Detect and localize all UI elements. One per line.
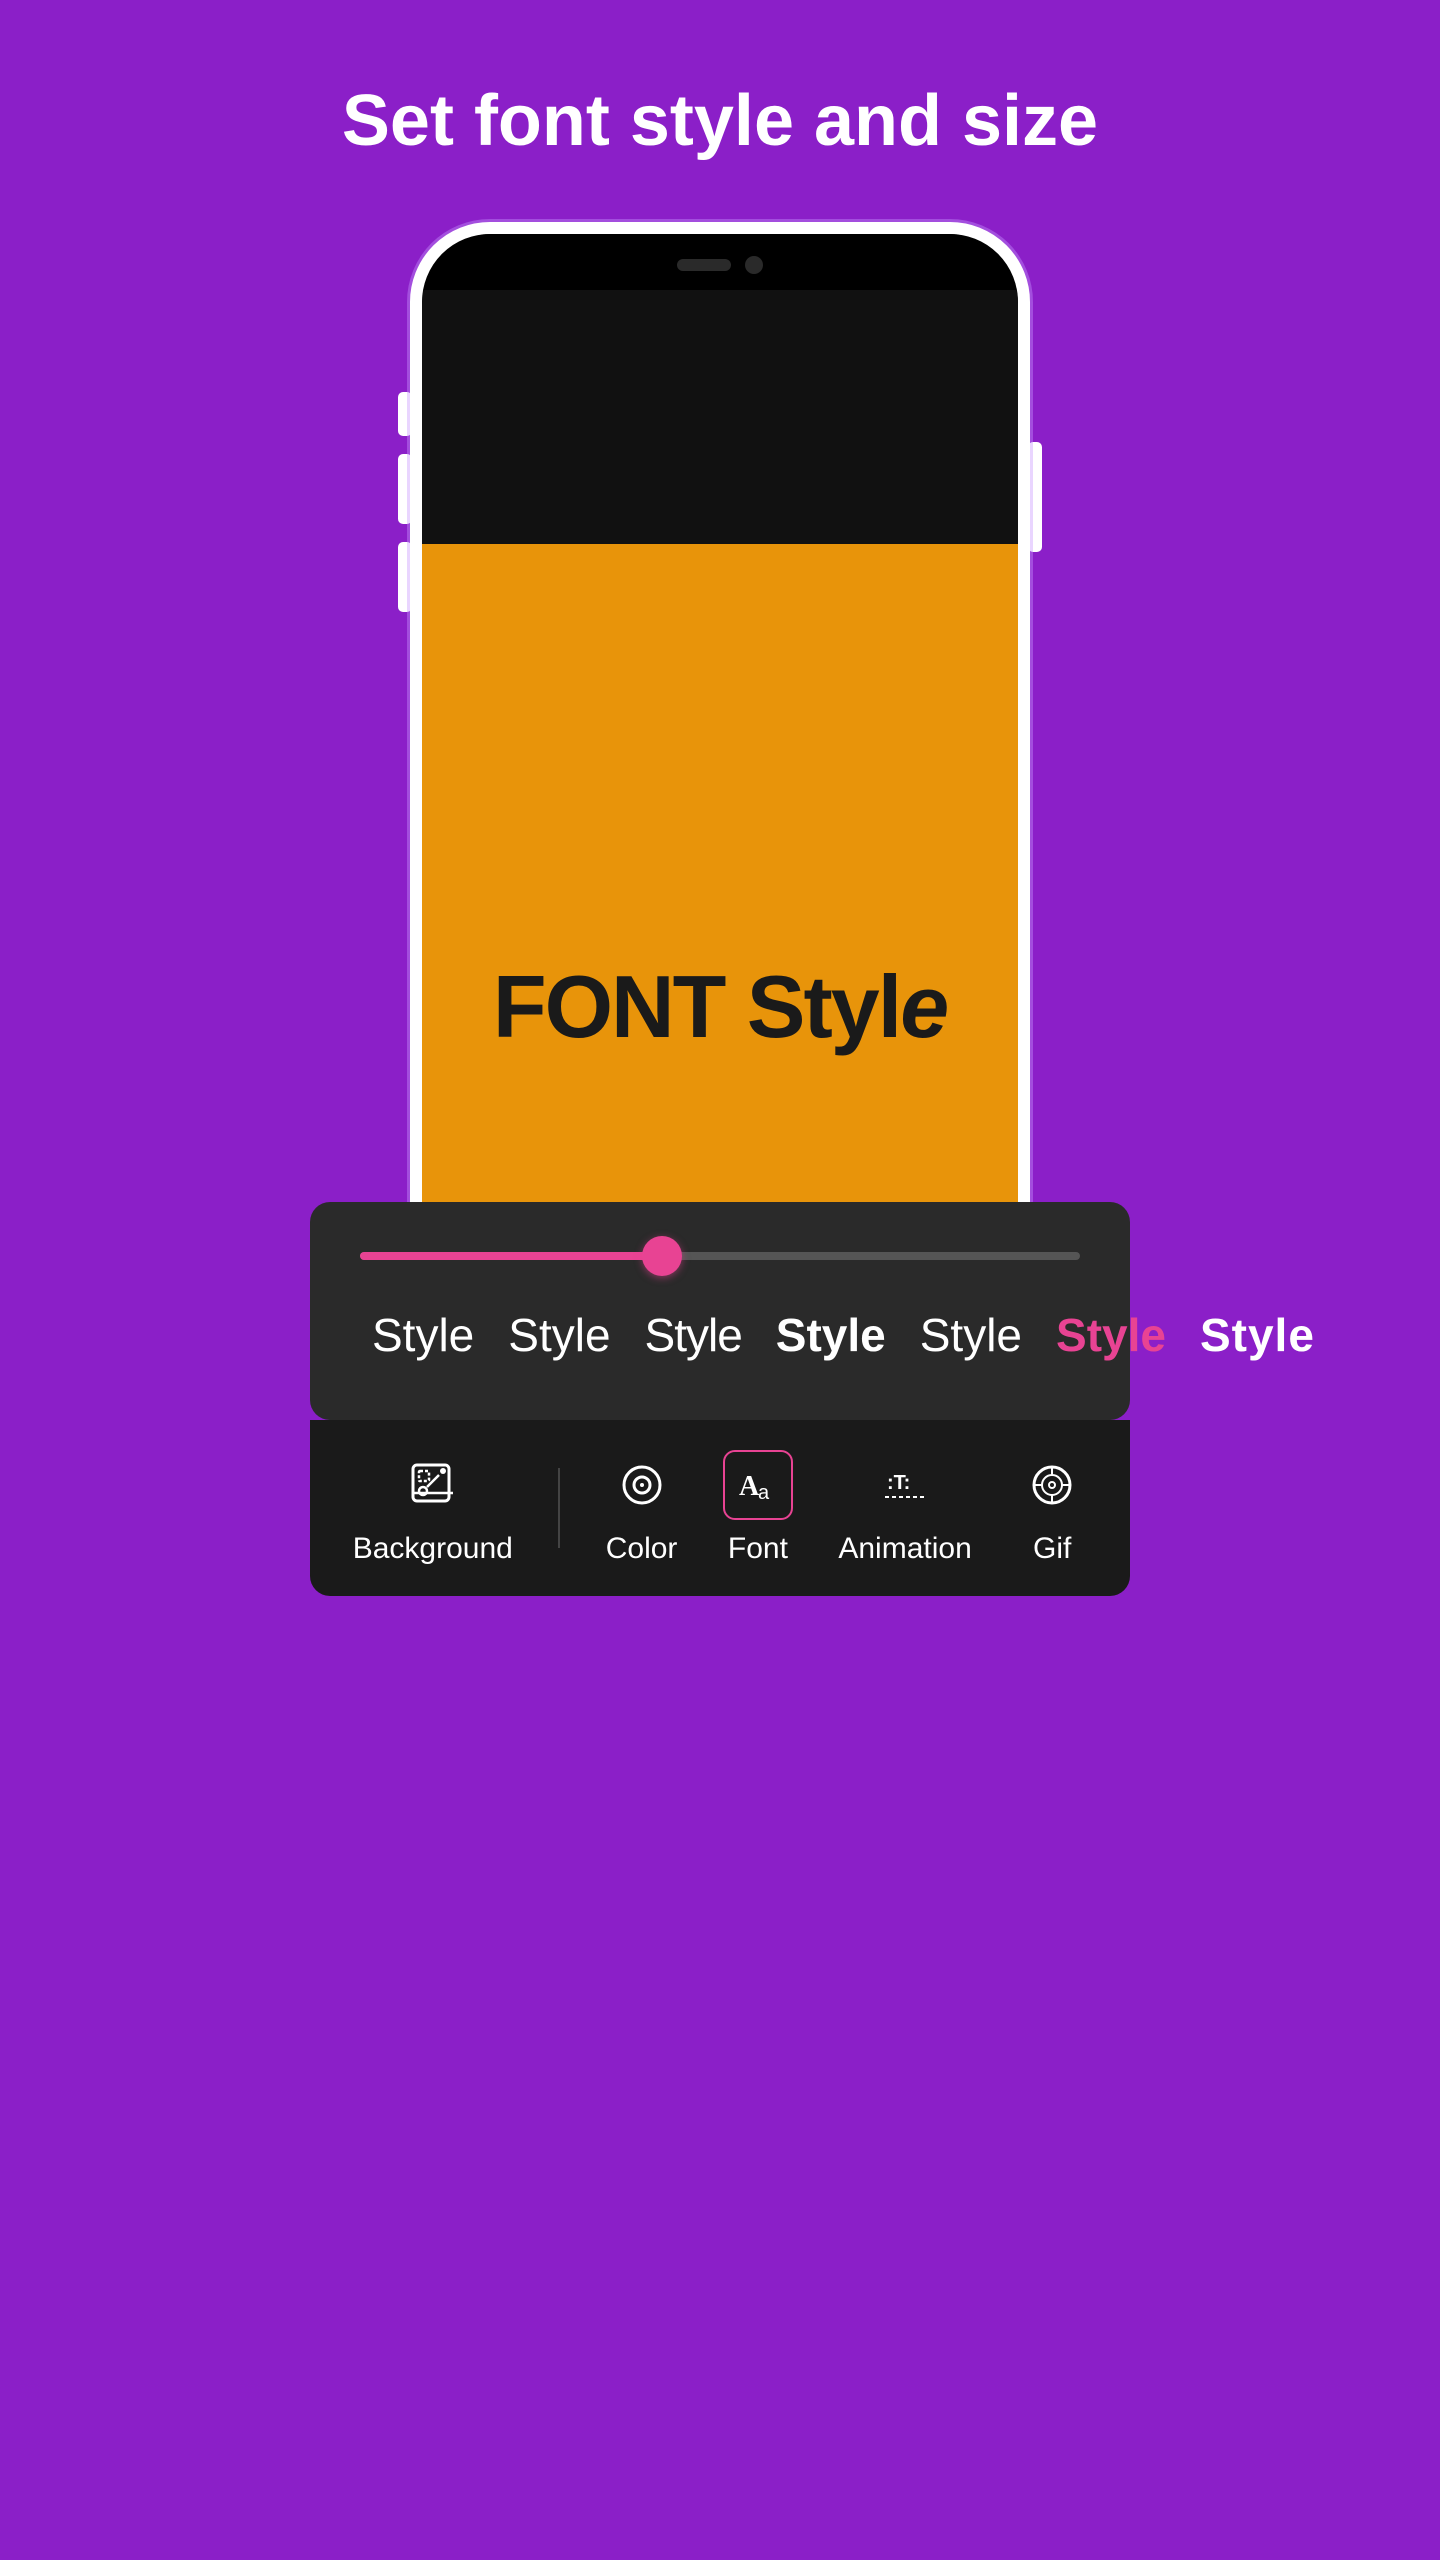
svg-text::T:: :T:	[887, 1472, 910, 1494]
font-text-main: FONT Styl	[493, 957, 900, 1056]
bottom-panel-wrapper: Style Style Style Style Style Style Styl…	[310, 1282, 1130, 1596]
slider-fill	[360, 1252, 662, 1260]
notch-camera	[745, 256, 763, 274]
power-button	[1028, 442, 1042, 552]
slider-thumb[interactable]	[642, 1236, 682, 1276]
color-icon	[607, 1450, 677, 1520]
style-option-7[interactable]: Style	[1188, 1300, 1327, 1370]
toolbar-item-color[interactable]: Color	[606, 1450, 678, 1566]
toolbar-item-font[interactable]: A a Font	[723, 1450, 793, 1566]
background-label: Background	[353, 1532, 513, 1566]
gif-icon	[1017, 1450, 1087, 1520]
animation-label: Animation	[838, 1532, 971, 1566]
style-options-row: Style Style Style Style Style Style Styl…	[360, 1300, 1080, 1370]
color-label: Color	[606, 1532, 678, 1566]
toolbar-item-animation[interactable]: :T: Animation	[838, 1450, 971, 1566]
bottom-background	[0, 1596, 1440, 2560]
svg-text:A: A	[739, 1471, 760, 1502]
style-option-5[interactable]: Style	[908, 1300, 1034, 1370]
style-option-6[interactable]: Style	[1044, 1300, 1178, 1370]
phone-side-buttons-right	[1028, 442, 1042, 552]
style-option-4[interactable]: Style	[764, 1300, 898, 1370]
toolbar-item-background[interactable]: Background	[353, 1450, 513, 1566]
notch	[630, 246, 810, 284]
font-text-italic: e	[900, 957, 947, 1056]
font-style-display: FONT Style	[493, 956, 947, 1058]
style-option-2[interactable]: Style	[496, 1300, 622, 1370]
phone-status-bar	[422, 234, 1018, 290]
background-icon	[398, 1450, 468, 1520]
bottom-toolbar: Background Color A a Font	[310, 1420, 1130, 1596]
svg-text:a: a	[758, 1482, 770, 1504]
font-label: Font	[728, 1532, 788, 1566]
toolbar-divider-1	[558, 1468, 560, 1548]
gif-label: Gif	[1033, 1532, 1071, 1566]
slider-container[interactable]	[360, 1242, 1080, 1300]
toolbar-item-gif[interactable]: Gif	[1017, 1450, 1087, 1566]
page-title: Set font style and size	[342, 80, 1098, 162]
slider-track[interactable]	[360, 1252, 1080, 1260]
font-icon: A a	[723, 1450, 793, 1520]
style-option-3[interactable]: Style	[633, 1300, 754, 1370]
style-option-1[interactable]: Style	[360, 1300, 486, 1370]
notch-pill	[677, 259, 731, 271]
style-panel: Style Style Style Style Style Style Styl…	[310, 1202, 1130, 1420]
animation-icon: :T:	[870, 1450, 940, 1520]
